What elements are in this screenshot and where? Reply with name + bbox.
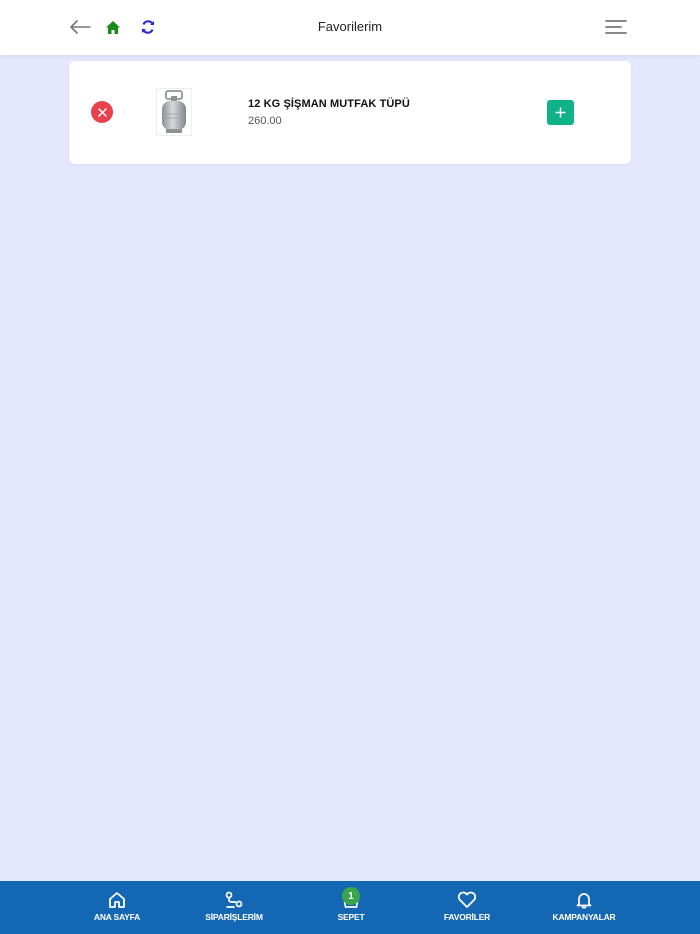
gas-cylinder-icon xyxy=(162,90,186,133)
page-title: Favorilerim xyxy=(317,19,383,34)
nav-label-cart: SEPET xyxy=(337,912,365,922)
nav-label-favorites: FAVORİLER xyxy=(443,912,491,922)
product-price: 260.00 xyxy=(248,115,282,127)
nav-label-orders: SİPARİŞLERİM xyxy=(205,912,263,922)
add-to-cart-button[interactable] xyxy=(547,100,574,125)
menu-button[interactable] xyxy=(603,14,629,40)
cart-count-badge: 1 xyxy=(342,887,360,905)
nav-item-campaigns[interactable]: KAMPANYALAR xyxy=(534,881,634,934)
nav-item-orders[interactable]: SİPARİŞLERİM xyxy=(184,881,284,934)
nav-item-cart[interactable]: 1 SEPET xyxy=(301,881,401,934)
nav-item-favorites[interactable]: FAVORİLER xyxy=(417,881,517,934)
favorite-item-card: 12 KG ŞİŞMAN MUTFAK TÜPÜ 260.00 xyxy=(69,61,631,164)
menu-icon xyxy=(605,20,627,34)
nav-label-campaigns: KAMPANYALAR xyxy=(552,912,616,922)
bell-icon xyxy=(576,893,592,909)
home-icon xyxy=(109,892,125,908)
product-image[interactable] xyxy=(156,88,192,136)
top-app-bar: Favorilerim xyxy=(0,0,700,55)
nav-item-home[interactable]: ANA SAYFA xyxy=(67,881,167,934)
bottom-navigation: ANA SAYFA SİPARİŞLERİM 1 SEPET FAVORİLER… xyxy=(0,881,700,934)
remove-favorite-button[interactable] xyxy=(91,101,113,123)
route-icon xyxy=(225,891,243,908)
heart-icon xyxy=(457,891,477,908)
nav-label-home: ANA SAYFA xyxy=(93,912,141,922)
product-name[interactable]: 12 KG ŞİŞMAN MUTFAK TÜPÜ xyxy=(248,98,410,110)
close-icon xyxy=(97,107,107,117)
plus-icon xyxy=(555,107,566,118)
